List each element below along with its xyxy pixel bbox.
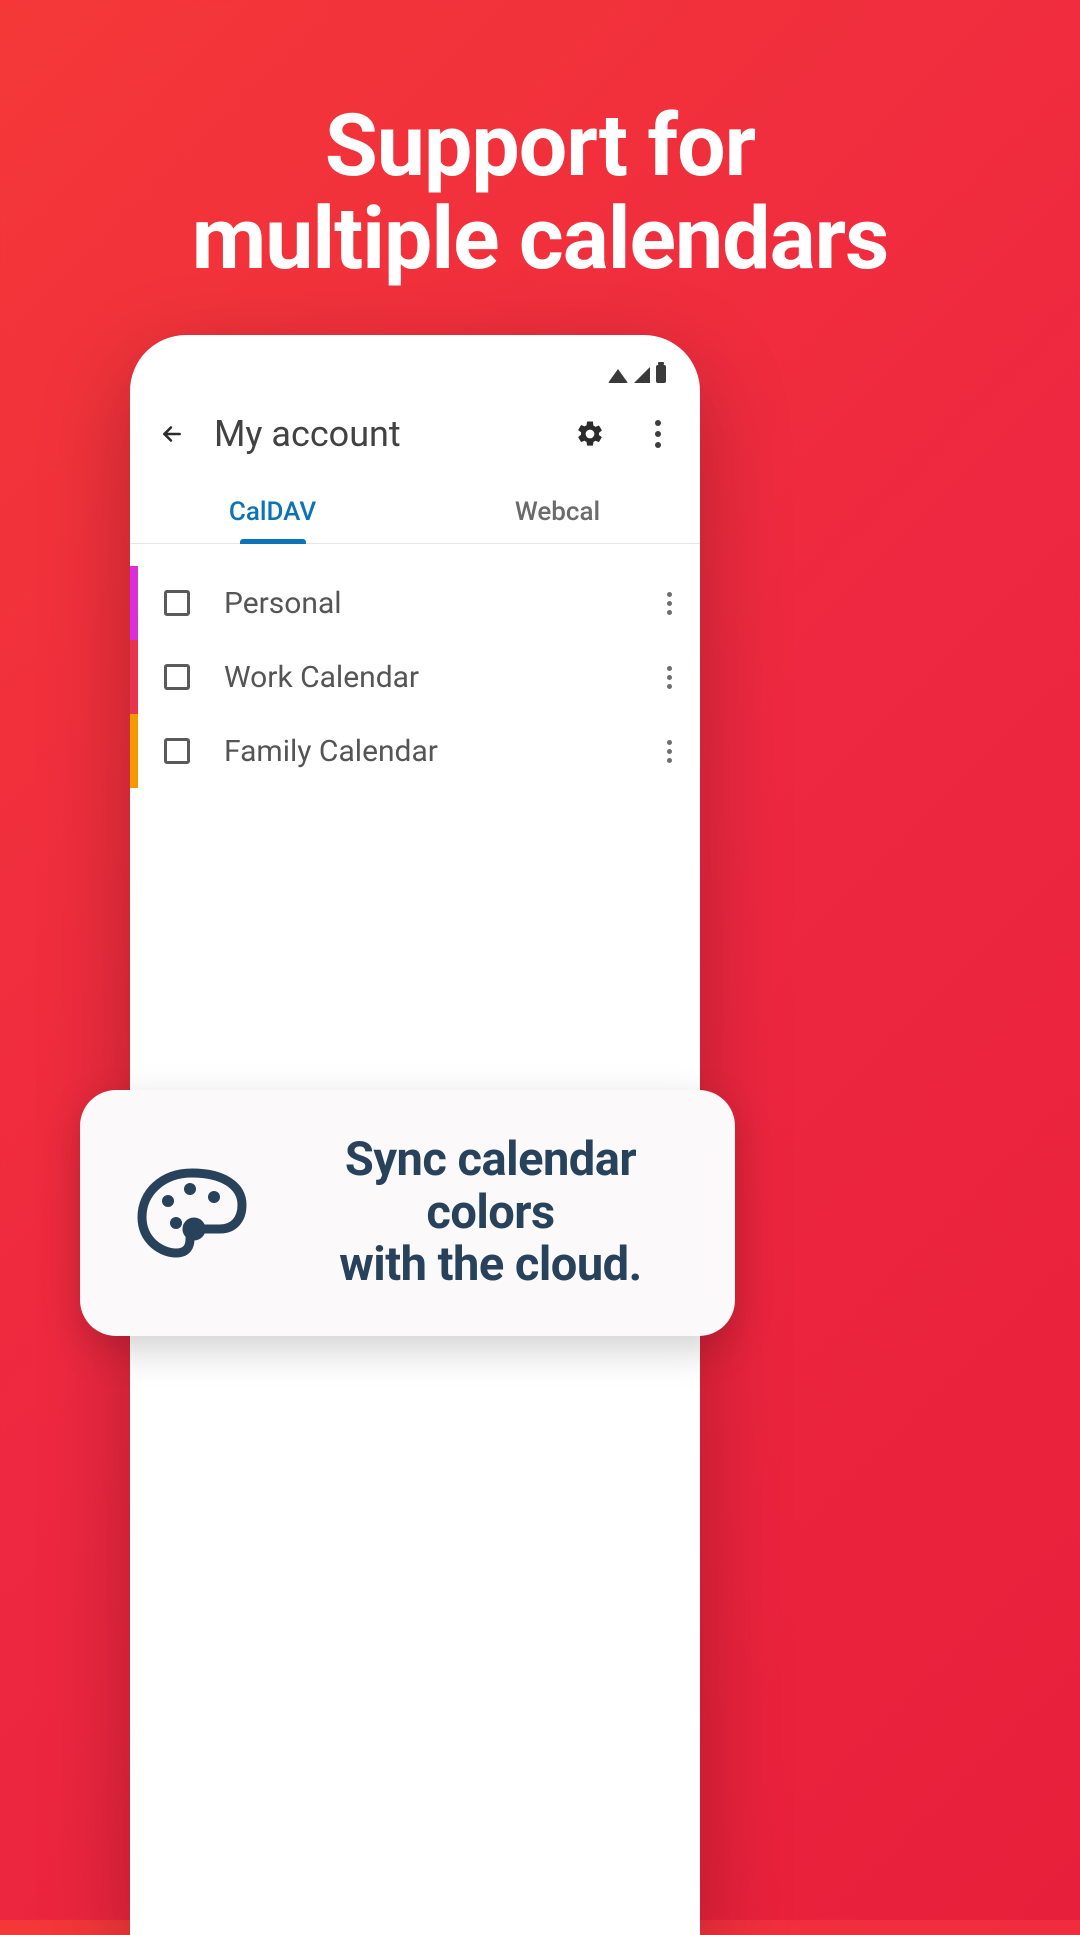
tab-label: CalDAV [229,497,316,527]
gear-icon[interactable] [570,414,610,454]
tab-caldav[interactable]: CalDAV [130,479,415,543]
checkbox[interactable] [164,738,190,764]
tab-label: Webcal [515,497,600,527]
calendar-name: Work Calendar [224,660,657,695]
promo-headline: Support for multiple calendars [0,0,1080,286]
callout-line1: Sync calendar colors [345,1132,636,1240]
palette-icon [132,1161,252,1265]
status-bar [130,335,700,385]
tab-bar: CalDAV Webcal [130,479,700,544]
back-icon[interactable] [158,420,186,448]
headline-line1: Support for [325,95,755,196]
item-overflow-icon[interactable] [657,656,682,699]
overflow-icon[interactable] [638,414,678,454]
wifi-icon [608,369,628,383]
calendar-name: Family Calendar [224,734,657,769]
list-item: Personal [130,566,700,640]
checkbox[interactable] [164,664,190,690]
list-item: Work Calendar [130,640,700,714]
calendar-name: Personal [224,586,657,621]
headline-line2: multiple calendars [192,188,889,289]
battery-icon [656,365,666,383]
callout-text: Sync calendar colors with the cloud. [288,1134,693,1292]
checkbox[interactable] [164,590,190,616]
list-item: Family Calendar [130,714,700,788]
calendar-list: Personal Work Calendar Family Calendar [130,544,700,788]
signal-icon [634,367,650,383]
feature-callout: Sync calendar colors with the cloud. [80,1090,735,1336]
color-swatch [130,714,138,788]
color-swatch [130,640,138,714]
page-title: My account [214,413,542,455]
tab-webcal[interactable]: Webcal [415,479,700,543]
item-overflow-icon[interactable] [657,730,682,773]
item-overflow-icon[interactable] [657,582,682,625]
callout-line2: with the cloud. [339,1237,642,1292]
app-bar: My account [130,385,700,479]
color-swatch [130,566,138,640]
